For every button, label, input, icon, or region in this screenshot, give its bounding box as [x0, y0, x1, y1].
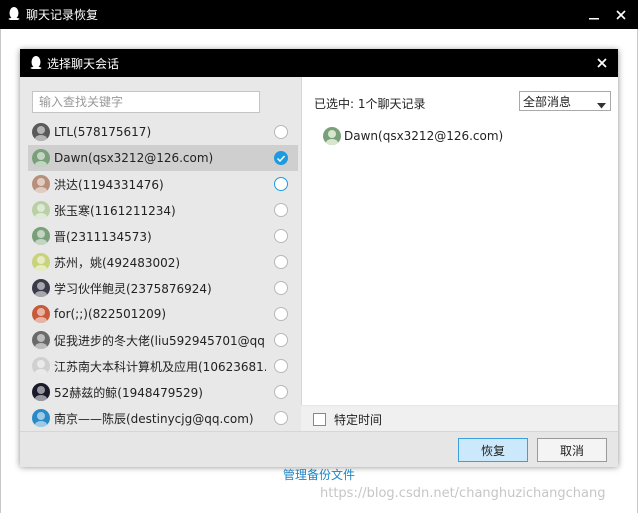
specific-time-checkbox[interactable] [313, 412, 326, 426]
avatar [32, 123, 50, 141]
radio-icon[interactable] [274, 229, 288, 243]
avatar [32, 201, 50, 219]
contact-row[interactable]: LTL(578175617) [28, 119, 298, 145]
contact-name: Dawn(qsx3212@126.com) [54, 151, 214, 165]
contact-name: 张玉寒(1161211234) [54, 203, 176, 218]
radio-icon[interactable] [274, 125, 288, 139]
selected-item-name: Dawn(qsx3212@126.com) [344, 129, 504, 143]
outer-titlebar: 聊天记录恢复 [0, 0, 638, 29]
avatar [32, 409, 50, 427]
avatar [32, 279, 50, 297]
radio-icon[interactable] [274, 307, 288, 321]
specific-time-bar: 特定时间 [301, 405, 618, 432]
minimize-icon[interactable] [580, 0, 608, 29]
radio-icon[interactable] [274, 411, 288, 425]
radio-icon[interactable] [274, 203, 288, 217]
contact-name: 学习伙伴鲍灵(2375876924) [54, 281, 212, 296]
contact-row[interactable]: 张玉寒(1161211234) [28, 197, 298, 223]
contact-name: for(;;)(822501209) [54, 307, 167, 321]
radio-icon[interactable] [274, 385, 288, 399]
checked-radio-icon[interactable] [274, 151, 288, 165]
contact-name: 洪达(1194331476) [54, 177, 164, 192]
qq-penguin-icon [30, 55, 42, 72]
selected-item[interactable]: Dawn(qsx3212@126.com) [323, 127, 503, 145]
contact-row[interactable]: 苏州，姚(492483002) [28, 249, 298, 275]
watermark-text: https://blog.csdn.net/changhuzichangchan… [320, 486, 606, 501]
contact-row[interactable]: 52赫兹的鲸(1948479529) [28, 379, 298, 405]
cancel-button[interactable]: 取消 [537, 438, 607, 462]
radio-icon[interactable] [274, 333, 288, 347]
outer-border-left [0, 29, 1, 513]
contact-name: 晋(2311134573) [54, 229, 152, 244]
specific-time-label: 特定时间 [334, 412, 383, 427]
contact-name: 促我进步的冬大佬(liu592945701@qq.... [54, 333, 266, 348]
message-filter-select[interactable]: 全部消息 [519, 91, 611, 111]
filter-select-value: 全部消息 [523, 94, 572, 109]
dialog-titlebar: 选择聊天会话 [20, 49, 618, 77]
dialog-footer: 恢复 取消 [20, 431, 618, 467]
manage-backup-link[interactable]: 管理备份文件 [283, 466, 355, 483]
avatar [323, 127, 341, 145]
contact-row[interactable]: 晋(2311134573) [28, 223, 298, 249]
contact-name: 52赫兹的鲸(1948479529) [54, 385, 203, 400]
contact-name: 江苏南大本科计算机及应用(10623681... [54, 359, 266, 374]
contact-panel: LTL(578175617) Dawn(qsx3212@126.com) 洪达(11… [20, 77, 301, 431]
contact-list: LTL(578175617) Dawn(qsx3212@126.com) 洪达(11… [28, 119, 298, 431]
avatar [32, 227, 50, 245]
chevron-down-icon [597, 98, 606, 112]
contact-row[interactable]: for(;;)(822501209) [28, 301, 298, 327]
avatar [32, 253, 50, 271]
selected-count-label: 已选中: 1个聊天记录 [314, 97, 426, 111]
outer-window-title: 聊天记录恢复 [26, 8, 99, 22]
avatar [32, 331, 50, 349]
restore-button[interactable]: 恢复 [458, 438, 528, 462]
contact-name: 苏州，姚(492483002) [54, 255, 181, 270]
contact-row[interactable]: 学习伙伴鲍灵(2375876924) [28, 275, 298, 301]
radio-icon[interactable] [274, 359, 288, 373]
qq-penguin-icon [8, 6, 20, 23]
contact-row[interactable]: 促我进步的冬大佬(liu592945701@qq.... [28, 327, 298, 353]
selected-panel: 已选中: 1个聊天记录 全部消息 Dawn(qsx3212@126.com) 特… [301, 77, 618, 432]
avatar [32, 357, 50, 375]
search-input[interactable] [32, 91, 260, 113]
contact-row[interactable]: 洪达(1194331476) [28, 171, 298, 197]
avatar [32, 383, 50, 401]
outer-close-icon[interactable] [607, 0, 635, 29]
avatar [32, 305, 50, 323]
contact-row[interactable]: 江苏南大本科计算机及应用(10623681... [28, 353, 298, 379]
contact-name: LTL(578175617) [54, 125, 152, 139]
radio-icon[interactable] [274, 255, 288, 269]
contact-row[interactable]: 南京——陈辰(destinycjg@qq.com) [28, 405, 298, 431]
contact-row[interactable]: Dawn(qsx3212@126.com) [28, 145, 298, 171]
panel-divider [301, 77, 302, 431]
avatar [32, 149, 50, 167]
dialog-title: 选择聊天会话 [47, 56, 120, 71]
contact-name: 南京——陈辰(destinycjg@qq.com) [54, 411, 254, 426]
radio-icon[interactable] [274, 281, 288, 295]
select-session-dialog: 选择聊天会话 LTL(578175617) Dawn(qsx3212@126.co… [20, 49, 618, 467]
avatar [32, 175, 50, 193]
radio-icon[interactable] [274, 177, 288, 191]
dialog-close-icon[interactable] [592, 53, 612, 73]
